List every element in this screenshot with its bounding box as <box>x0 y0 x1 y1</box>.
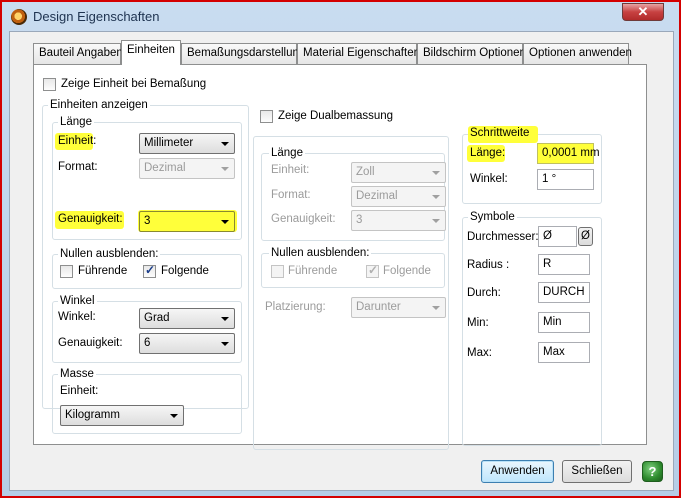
diameter-input[interactable]: Ø <box>538 226 577 247</box>
length-format-label: Format: <box>58 161 98 173</box>
trailing-zeros-label: Folgende <box>161 265 209 277</box>
mass-unit-select[interactable]: Kilogramm <box>60 405 184 426</box>
length-precision-label: Genauigkeit: <box>58 213 123 225</box>
tab-material-eigenschaften[interactable]: Material Eigenschaften <box>297 43 420 64</box>
show-unit-checkbox[interactable] <box>43 78 56 91</box>
dual-unit-value: Zoll <box>356 166 375 178</box>
diameter-label: Durchmesser: <box>467 231 539 243</box>
length-precision-value: 3 <box>144 215 151 227</box>
show-unit-label: Zeige Einheit bei Bemaßung <box>61 78 207 90</box>
placement-select: Darunter <box>351 297 446 318</box>
title-bar[interactable]: Design Eigenschaften ✕ <box>3 3 678 29</box>
length-unit-value: Millimeter <box>144 137 194 149</box>
suppress-zeros-title: Nullen ausblenden: <box>58 248 161 260</box>
max-input[interactable]: Max <box>538 342 590 363</box>
dialog-window: Design Eigenschaften ✕ Bauteil Angaben E… <box>0 0 681 498</box>
tab-bildschirm-optionen[interactable]: Bildschirm Optionen <box>417 43 526 64</box>
angle-title: Winkel <box>58 295 97 307</box>
chevron-down-icon <box>221 342 229 346</box>
radius-input[interactable]: R <box>538 254 590 275</box>
dual-format-value: Dezimal <box>356 190 398 202</box>
mass-title: Masse <box>58 368 96 380</box>
placement-value: Darunter <box>356 301 401 313</box>
angle-precision-select[interactable]: 6 <box>139 333 235 354</box>
chevron-down-icon <box>221 220 229 224</box>
snap-length-input[interactable]: 0,0001 mm <box>537 143 600 164</box>
apply-button[interactable]: Anwenden <box>481 460 554 483</box>
length-precision-select[interactable]: 3 <box>139 211 235 232</box>
dual-precision-value: 3 <box>356 214 363 226</box>
length-format-select: Dezimal <box>139 158 235 179</box>
angle-unit-select[interactable]: Grad <box>139 308 235 329</box>
dual-leading-zeros-checkbox <box>271 265 284 278</box>
mass-unit-value: Kilogramm <box>65 409 120 421</box>
units-display-title: Einheiten anzeigen <box>48 99 150 111</box>
chevron-down-icon <box>432 219 440 223</box>
dual-precision-select: 3 <box>351 210 446 231</box>
dual-unit-label: Einheit: <box>271 164 310 176</box>
snap-title: Schrittweite <box>470 127 530 139</box>
max-label: Max: <box>467 347 492 359</box>
chevron-down-icon <box>170 414 178 418</box>
trailing-zeros-checkbox[interactable]: ✓ <box>143 263 156 278</box>
diameter-symbol-button[interactable]: Ø <box>578 227 593 246</box>
leading-zeros-label: Führende <box>78 265 128 277</box>
length-format-value: Dezimal <box>144 162 186 174</box>
snap-angle-input[interactable]: 1 ° <box>537 169 594 190</box>
dual-unit-select: Zoll <box>351 162 446 183</box>
min-label: Min: <box>467 317 489 329</box>
chevron-down-icon <box>221 142 229 146</box>
tab-optionen-anwenden[interactable]: Optionen anwenden <box>523 43 632 64</box>
dual-format-select: Dezimal <box>351 186 446 207</box>
dual-length-title: Länge <box>269 147 305 159</box>
snap-angle-label: Winkel: <box>470 173 508 185</box>
angle-unit-value: Grad <box>144 312 170 324</box>
length-title: Länge <box>58 116 94 128</box>
radius-label: Radius : <box>467 259 510 271</box>
snap-length-label: Länge: <box>470 147 506 159</box>
mass-unit-label: Einheit: <box>60 385 99 397</box>
length-unit-select[interactable]: Millimeter <box>139 133 235 154</box>
through-label: Durch: <box>467 287 501 299</box>
tab-bemassungsdarstellung[interactable]: Bemaßungsdarstellung <box>181 43 305 64</box>
chevron-down-icon <box>432 195 440 199</box>
client-area: Bauteil Angaben Einheiten Bemaßungsdarst… <box>9 31 674 491</box>
angle-precision-value: 6 <box>144 337 151 349</box>
length-unit-label: Einheit: <box>58 135 97 147</box>
help-button[interactable]: ? <box>642 461 663 482</box>
close-window-button[interactable]: ✕ <box>622 3 664 21</box>
tab-panel-einheiten: Zeige Einheit bei Bemaßung Einheiten anz… <box>33 64 647 450</box>
dual-dimension-label: Zeige Dualbemassung <box>278 110 394 122</box>
chevron-down-icon <box>432 171 440 175</box>
checkmark-icon: ✓ <box>368 263 379 277</box>
dual-leading-zeros-label: Führende <box>288 265 338 277</box>
min-input[interactable]: Min <box>538 312 590 333</box>
dual-format-label: Format: <box>271 189 311 201</box>
chevron-down-icon <box>221 167 229 171</box>
chevron-down-icon <box>221 317 229 321</box>
dual-trailing-zeros-label: Folgende <box>383 265 431 277</box>
chevron-down-icon <box>432 306 440 310</box>
window-title: Design Eigenschaften <box>33 9 160 24</box>
symbols-title: Symbole <box>468 211 517 223</box>
leading-zeros-checkbox[interactable] <box>60 265 73 278</box>
tab-bauteil-angaben[interactable]: Bauteil Angaben <box>33 43 123 64</box>
tab-einheiten[interactable]: Einheiten <box>121 40 181 65</box>
placement-label: Platzierung: <box>265 301 326 313</box>
dual-trailing-zeros-checkbox: ✓ <box>366 263 379 278</box>
angle-unit-label: Winkel: <box>58 311 96 323</box>
angle-precision-label: Genauigkeit: <box>58 337 123 349</box>
dual-suppress-zeros-title: Nullen ausblenden: <box>269 247 372 259</box>
checkmark-icon: ✓ <box>145 263 156 277</box>
through-input[interactable]: DURCH <box>538 282 590 303</box>
dual-precision-label: Genauigkeit: <box>271 213 336 225</box>
dual-dimension-checkbox[interactable] <box>260 110 273 123</box>
app-icon <box>11 9 27 25</box>
close-button[interactable]: Schließen <box>562 460 632 483</box>
